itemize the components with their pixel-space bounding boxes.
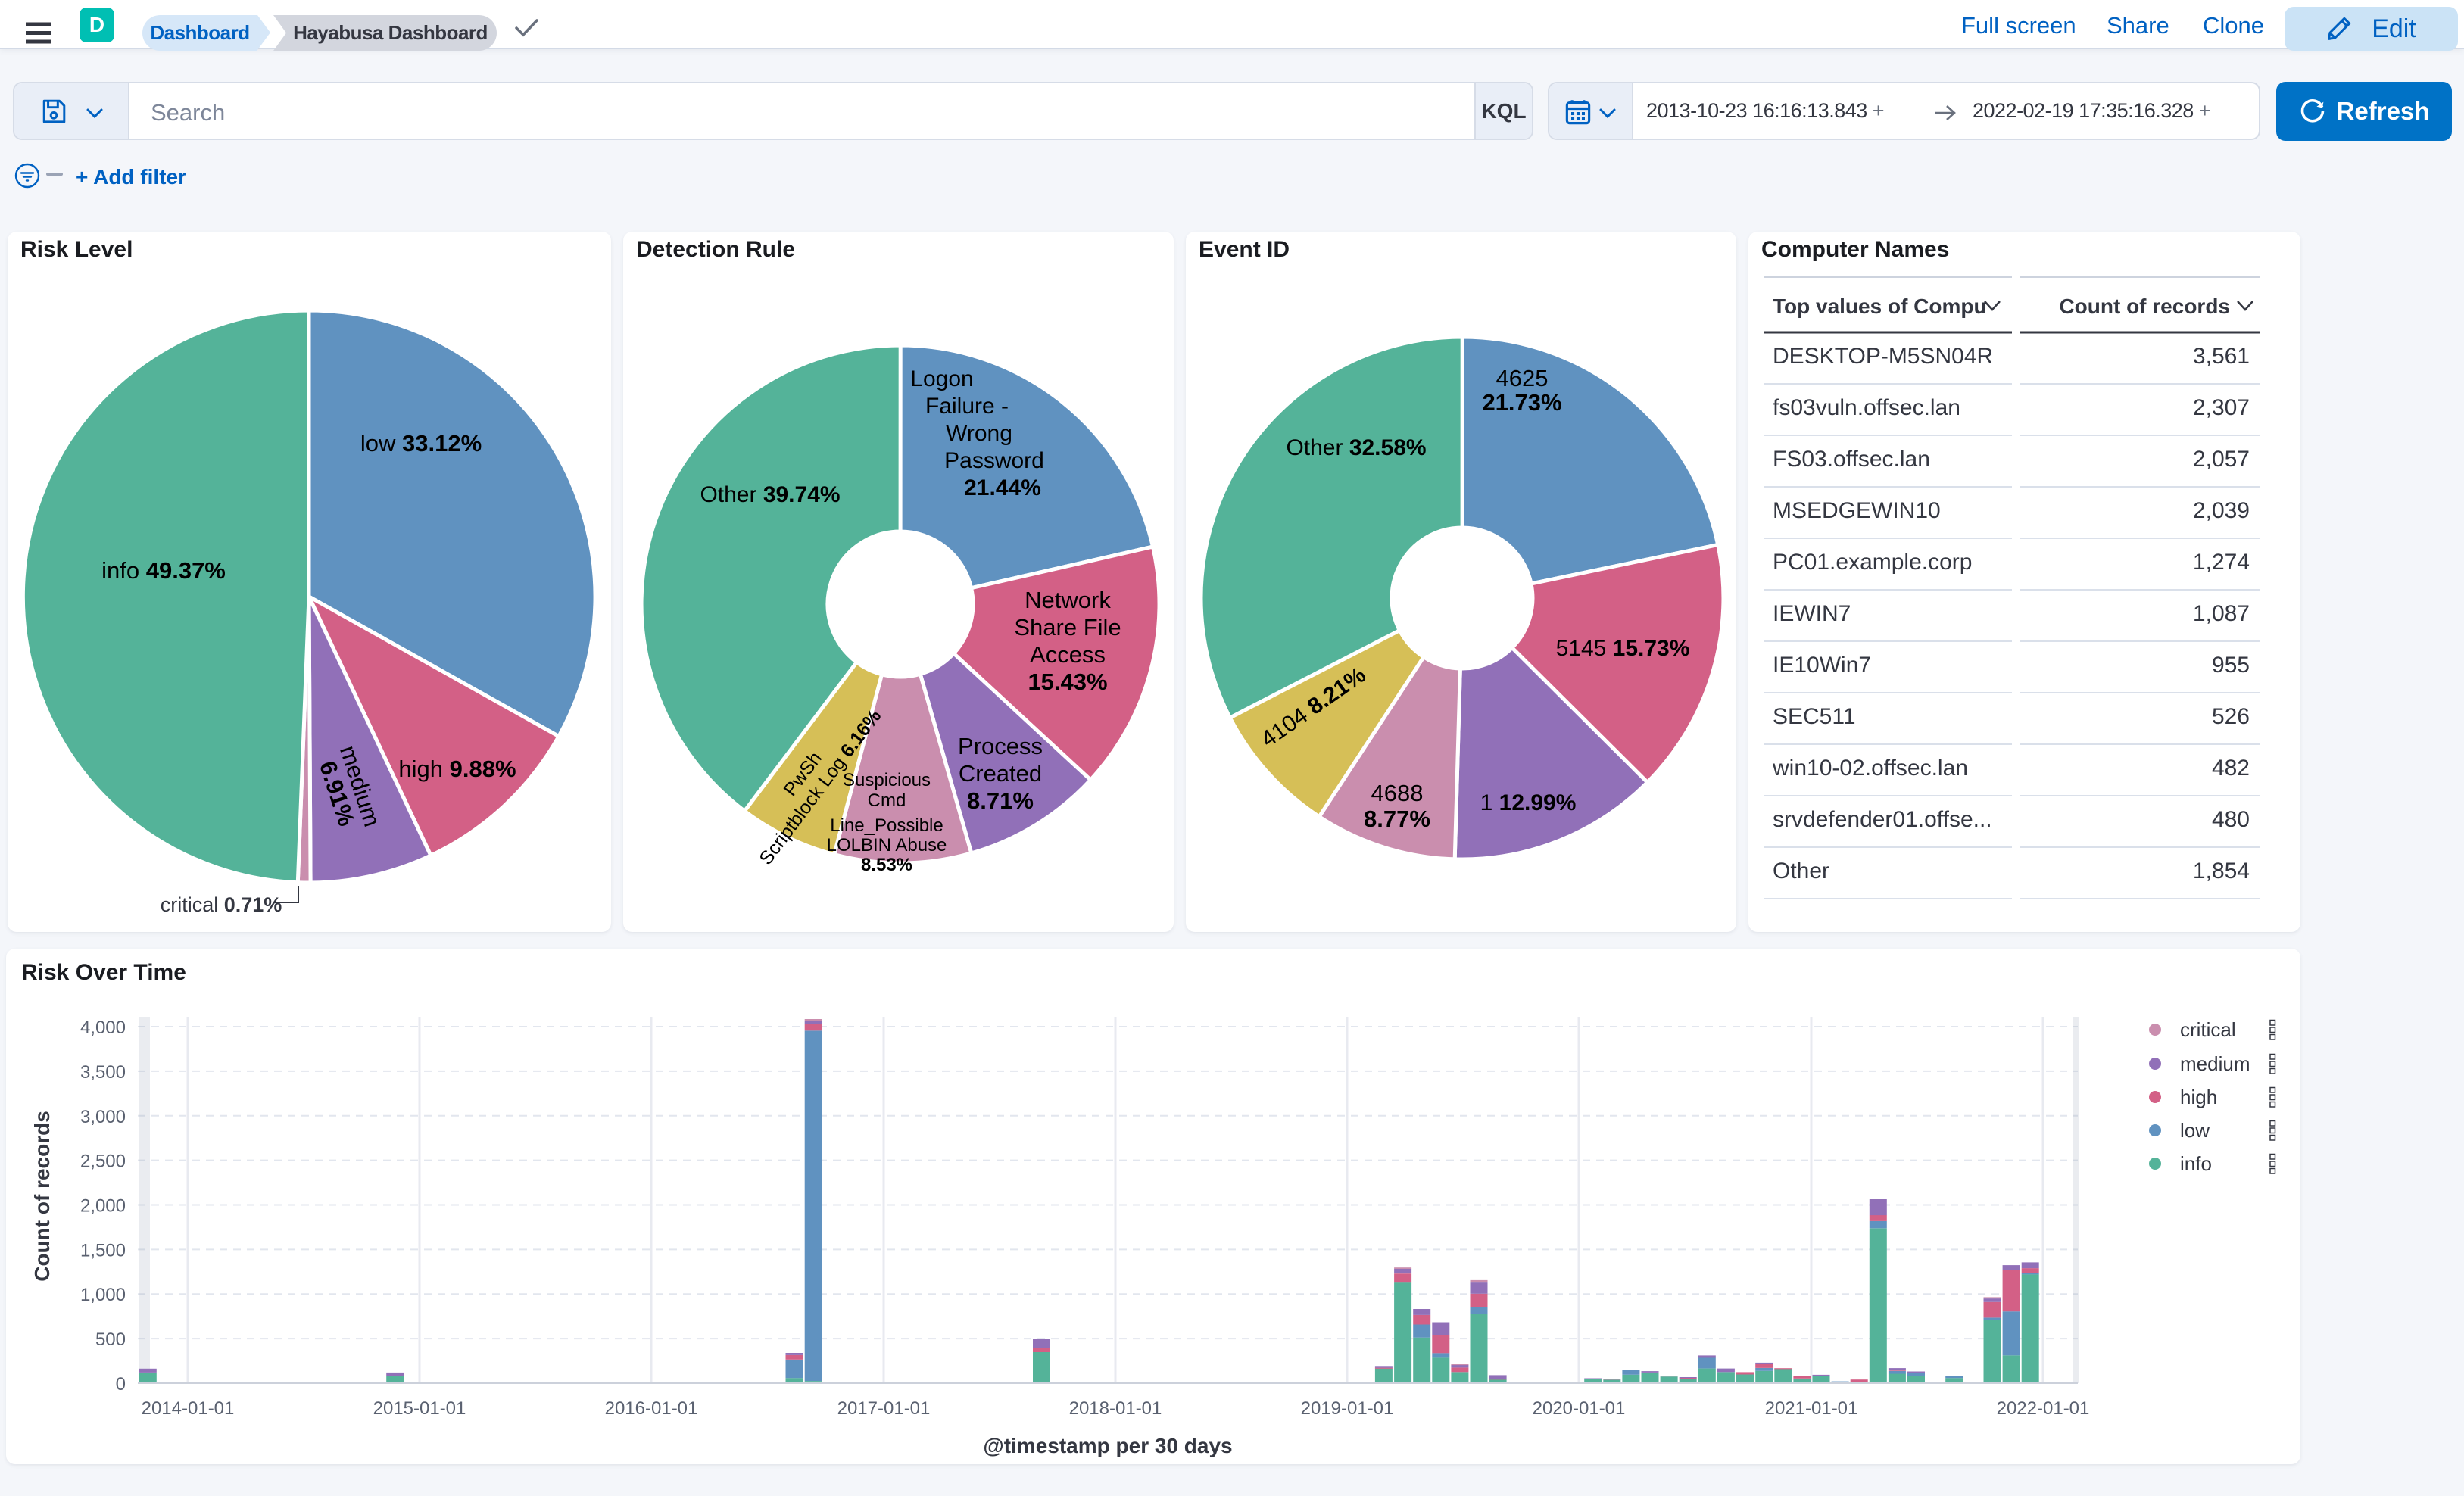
svg-text:ProcessCreated8.71%: Process Created 8.71%	[958, 733, 1043, 814]
svg-text:srvdefender01.offse...: srvdefender01.offse...	[1773, 807, 1992, 832]
svg-text:2018-01-01: 2018-01-01	[1069, 1398, 1162, 1419]
svg-text:500: 500	[95, 1329, 126, 1350]
svg-text:SEC511: SEC511	[1773, 704, 1856, 729]
svg-text:low: low	[2180, 1119, 2210, 1142]
svg-text:fs03vuln.offsec.lan: fs03vuln.offsec.lan	[1773, 395, 1960, 420]
svg-text:Top values of Compu: Top values of Compu	[1773, 295, 1987, 318]
svg-text:low 33.12%: low 33.12%	[360, 430, 482, 457]
svg-text:high: high	[2180, 1086, 2217, 1108]
svg-text:critical: critical	[2180, 1018, 2236, 1041]
svg-text:1,000: 1,000	[80, 1285, 126, 1305]
svg-text:Other: Other	[1773, 859, 1829, 884]
svg-text:win10-02.offsec.lan: win10-02.offsec.lan	[1772, 756, 1968, 781]
svg-text:2016-01-01: 2016-01-01	[605, 1398, 698, 1419]
svg-text:Count of records: Count of records	[2059, 295, 2230, 318]
svg-text:Count of records: Count of records	[30, 1111, 54, 1282]
svg-text:FS03.offsec.lan: FS03.offsec.lan	[1773, 447, 1930, 472]
svg-text:2022-01-01: 2022-01-01	[1997, 1398, 2090, 1419]
svg-text:480: 480	[2212, 807, 2250, 832]
svg-text:medium: medium	[2180, 1052, 2250, 1075]
svg-text:2,307: 2,307	[2193, 395, 2250, 420]
svg-text:3,500: 3,500	[80, 1062, 126, 1083]
svg-text:2014-01-01: 2014-01-01	[142, 1398, 235, 1419]
svg-text:1,854: 1,854	[2193, 859, 2250, 884]
svg-text:IEWIN7: IEWIN7	[1773, 601, 1851, 626]
svg-text:4,000: 4,000	[80, 1018, 126, 1038]
svg-text:DESKTOP-M5SN04R: DESKTOP-M5SN04R	[1773, 344, 1993, 369]
svg-text:46888.77%: 4688 8.77%	[1364, 780, 1430, 832]
svg-text:3,561: 3,561	[2193, 344, 2250, 369]
svg-text:2019-01-01: 2019-01-01	[1301, 1398, 1394, 1419]
svg-text:2021-01-01: 2021-01-01	[1765, 1398, 1858, 1419]
svg-text:0: 0	[116, 1374, 126, 1395]
svg-text:critical 0.71%: critical 0.71%	[161, 893, 282, 916]
svg-text:1,274: 1,274	[2193, 550, 2250, 575]
svg-text:5145 15.73%: 5145 15.73%	[1556, 636, 1690, 661]
svg-text:3,000: 3,000	[80, 1107, 126, 1127]
svg-text:2,057: 2,057	[2193, 447, 2250, 472]
svg-text:NetworkShare FileAccess15.43%: Network Share File Access 15.43%	[1014, 587, 1121, 695]
svg-text:2015-01-01: 2015-01-01	[373, 1398, 466, 1419]
svg-text:1,500: 1,500	[80, 1240, 126, 1261]
svg-text:2,000: 2,000	[80, 1196, 126, 1217]
svg-text:2017-01-01: 2017-01-01	[837, 1398, 931, 1419]
svg-text:IE10Win7: IE10Win7	[1773, 653, 1871, 678]
svg-text:955: 955	[2212, 653, 2250, 678]
svg-text:1,087: 1,087	[2193, 601, 2250, 626]
svg-text:Other 39.74%: Other 39.74%	[700, 482, 840, 507]
svg-text:MSEDGEWIN10: MSEDGEWIN10	[1773, 498, 1941, 523]
svg-text:@timestamp per 30 days: @timestamp per 30 days	[983, 1434, 1232, 1457]
svg-text:Other 32.58%: Other 32.58%	[1286, 435, 1426, 460]
svg-text:high 9.88%: high 9.88%	[398, 756, 516, 782]
svg-text:482: 482	[2212, 756, 2250, 781]
svg-text:PC01.example.corp: PC01.example.corp	[1773, 550, 1972, 575]
svg-text:2,500: 2,500	[80, 1152, 126, 1172]
svg-text:1 12.99%: 1 12.99%	[1480, 790, 1577, 815]
svg-text:info 49.37%: info 49.37%	[101, 557, 226, 584]
svg-text:info: info	[2180, 1152, 2212, 1175]
svg-text:2,039: 2,039	[2193, 498, 2250, 523]
svg-text:2020-01-01: 2020-01-01	[1533, 1398, 1626, 1419]
svg-text:526: 526	[2212, 704, 2250, 729]
